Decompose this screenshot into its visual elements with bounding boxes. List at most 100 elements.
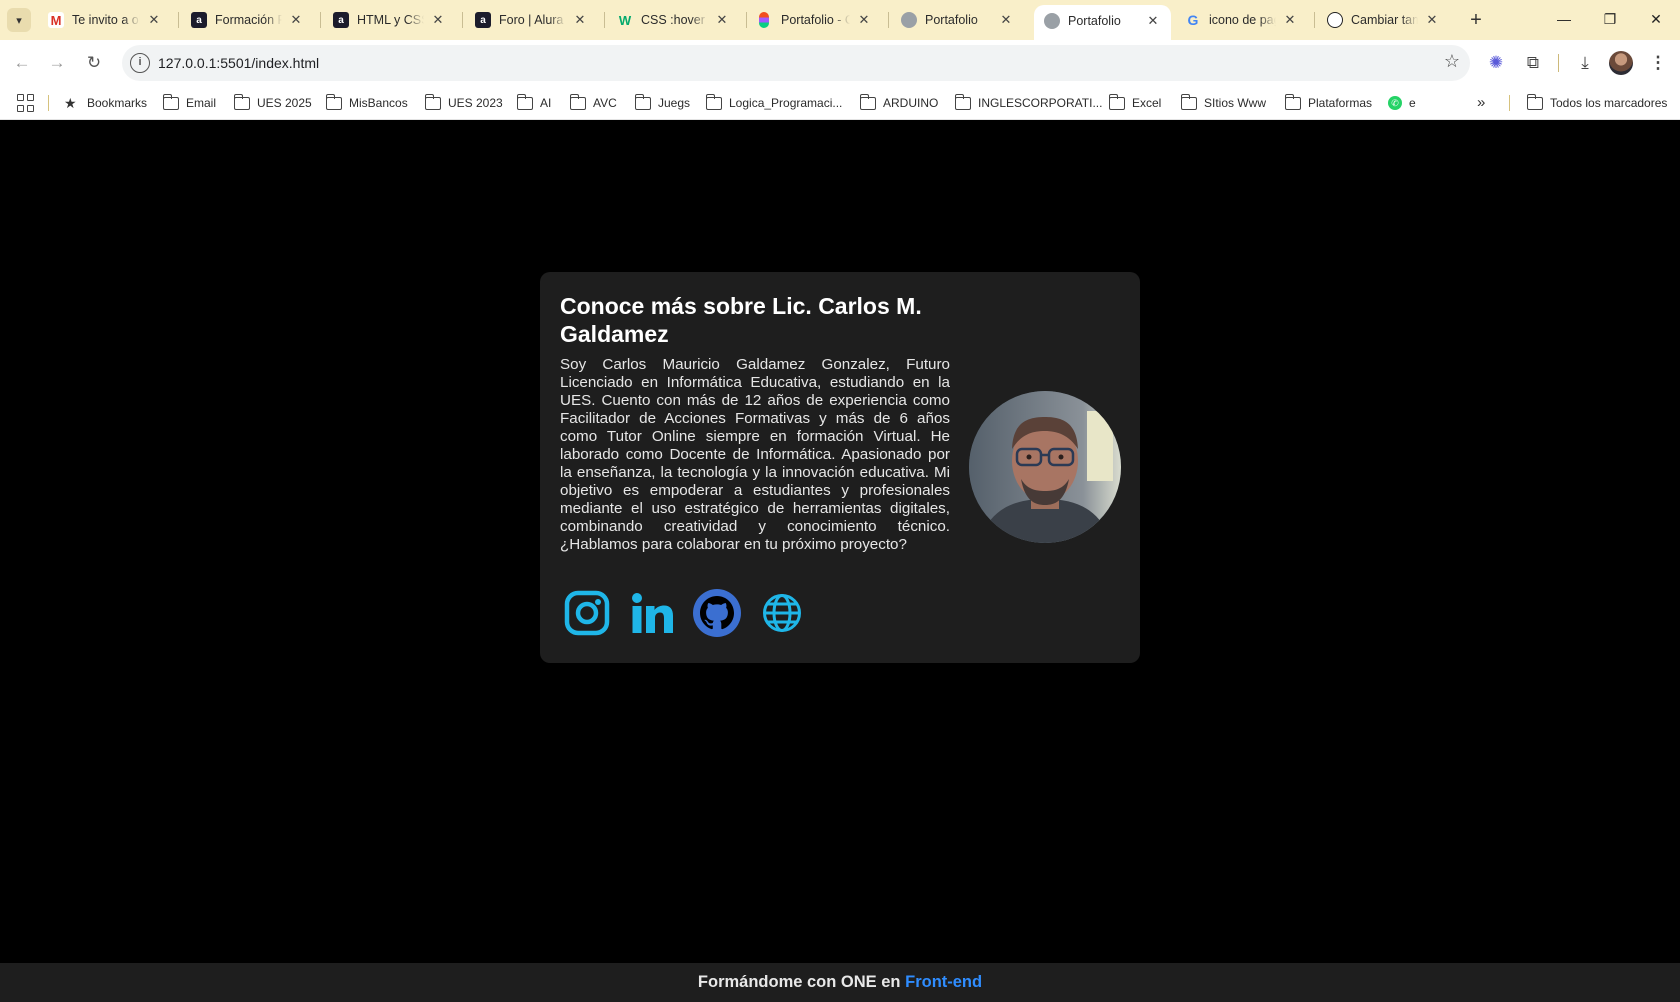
github-icon[interactable] xyxy=(692,588,742,638)
bookmark-folder[interactable]: Excel xyxy=(1108,86,1161,120)
browser-toolbar: ← → ↻ i 127.0.0.1:5501/index.html ☆ ✺ ⧉ … xyxy=(0,40,1680,86)
profile-avatar[interactable] xyxy=(1609,51,1633,75)
extension-gear-icon[interactable]: ✺ xyxy=(1483,50,1509,76)
globe-icon xyxy=(901,12,917,28)
bookmark-folder[interactable]: Plataformas xyxy=(1284,86,1372,120)
restore-button[interactable]: ❐ xyxy=(1587,0,1633,38)
figma-icon xyxy=(759,12,769,28)
tab-active[interactable]: Portafolio ✕ xyxy=(1034,5,1171,40)
bookmark-folder[interactable]: AVC xyxy=(569,86,617,120)
menu-kebab-icon[interactable]: ⋮ xyxy=(1645,50,1671,76)
globe-icon[interactable] xyxy=(757,588,807,638)
forward-button[interactable]: → xyxy=(43,49,71,77)
folder-icon xyxy=(325,93,342,110)
close-icon[interactable]: ✕ xyxy=(856,12,872,28)
tab[interactable]: a HTML y CSS: ✕ xyxy=(323,6,456,34)
close-icon[interactable]: ✕ xyxy=(1145,13,1161,29)
bookmark-folder[interactable]: Juegs xyxy=(634,86,690,120)
folder-icon xyxy=(954,93,971,110)
bookmark-folder[interactable]: ARDUINO xyxy=(859,86,938,120)
site-info-icon[interactable]: i xyxy=(130,53,150,73)
close-window-button[interactable]: ✕ xyxy=(1633,0,1679,38)
tab[interactable]: Cambiar tam ✕ xyxy=(1317,6,1450,34)
folder-icon xyxy=(162,93,179,110)
about-title: Conoce más sobre Lic. Carlos M. Galdamez xyxy=(560,293,922,347)
gmail-icon: M xyxy=(48,12,64,28)
tab[interactable]: Portafolio - C ✕ xyxy=(749,6,882,34)
page-footer: Formándome con ONE en Front-end xyxy=(0,963,1680,1002)
whatsapp-icon: ✆ xyxy=(1388,96,1402,110)
globe-icon xyxy=(1044,12,1060,29)
instagram-icon[interactable] xyxy=(562,588,612,638)
alura-icon: a xyxy=(191,12,207,28)
tab-title: CSS :hover Ps xyxy=(641,13,708,27)
bookmark-item[interactable]: ★ Bookmarks xyxy=(64,86,147,120)
reload-button[interactable]: ↻ xyxy=(80,49,108,77)
close-icon[interactable]: ✕ xyxy=(1424,12,1440,28)
tab-title: Formación Pr xyxy=(215,13,282,27)
all-bookmarks-folder[interactable]: Todos los marcadores xyxy=(1526,86,1667,120)
tab[interactable]: G icono de pag ✕ xyxy=(1175,6,1308,34)
tab[interactable]: a Foro | Alura L ✕ xyxy=(465,6,598,34)
extensions-puzzle-icon[interactable]: ⧉ xyxy=(1520,50,1546,76)
address-bar[interactable]: i 127.0.0.1:5501/index.html ☆ xyxy=(122,45,1470,81)
tab[interactable]: a Formación Pr ✕ xyxy=(181,6,314,34)
folder-icon xyxy=(233,93,250,110)
tab-title: Portafolio xyxy=(925,13,978,27)
footer-accent-link[interactable]: Front-end xyxy=(905,973,982,991)
tab[interactable]: W CSS :hover Ps ✕ xyxy=(607,6,740,34)
tab-strip: ▾ M Te invito a ob ✕ a Formación Pr ✕ a … xyxy=(0,0,1680,40)
minimize-button[interactable]: — xyxy=(1541,0,1587,38)
bookmark-folder[interactable]: Logica_Programaci... xyxy=(705,86,842,120)
folder-icon xyxy=(1284,93,1301,110)
alura-icon: a xyxy=(475,12,491,28)
close-icon[interactable]: ✕ xyxy=(998,12,1014,28)
bookmark-folder[interactable]: UES 2023 xyxy=(424,86,503,120)
close-icon[interactable]: ✕ xyxy=(288,12,304,28)
back-button[interactable]: ← xyxy=(8,49,36,77)
tab-search-button[interactable]: ▾ xyxy=(7,8,31,32)
folder-icon xyxy=(634,93,651,110)
address-url[interactable]: 127.0.0.1:5501/index.html xyxy=(158,55,319,71)
close-icon[interactable]: ✕ xyxy=(714,12,730,28)
google-icon: G xyxy=(1187,12,1199,28)
about-bio: Soy Carlos Mauricio Galdamez Gonzalez, F… xyxy=(560,356,950,553)
profile-photo xyxy=(969,391,1121,543)
linkedin-icon[interactable] xyxy=(627,588,677,638)
page-viewport: Conoce más sobre Lic. Carlos M. Galdamez… xyxy=(0,121,1680,963)
folder-icon xyxy=(1526,93,1543,110)
close-icon[interactable]: ✕ xyxy=(146,12,162,28)
close-icon[interactable]: ✕ xyxy=(572,12,588,28)
bookmark-folder[interactable]: SItios Www xyxy=(1180,86,1266,120)
about-card: Conoce más sobre Lic. Carlos M. Galdamez… xyxy=(540,272,1140,663)
bookmark-folder[interactable]: AI xyxy=(516,86,551,120)
tab-title: HTML y CSS: xyxy=(357,13,424,27)
bookmarks-overflow-chevron-icon[interactable]: » xyxy=(1477,86,1485,120)
tab-title: Foro | Alura L xyxy=(499,13,566,27)
bookmark-folder[interactable]: MisBancos xyxy=(325,86,408,120)
tab[interactable]: M Te invito a ob ✕ xyxy=(38,6,172,34)
folder-icon xyxy=(859,93,876,110)
social-links xyxy=(562,588,807,638)
bookmark-folder[interactable]: INGLESCORPORATI... xyxy=(954,86,1102,120)
folder-icon xyxy=(1180,93,1197,110)
apps-grid-icon[interactable] xyxy=(17,94,35,112)
folder-icon xyxy=(705,93,722,110)
close-icon[interactable]: ✕ xyxy=(1282,12,1298,28)
tab[interactable]: Portafolio ✕ xyxy=(891,6,1024,34)
bookmark-folder[interactable]: Email xyxy=(162,86,216,120)
bookmark-folder[interactable]: UES 2025 xyxy=(233,86,312,120)
tab-title: Cambiar tam xyxy=(1351,13,1418,27)
folder-icon xyxy=(424,93,441,110)
alura-icon: a xyxy=(333,12,349,28)
close-icon[interactable]: ✕ xyxy=(430,12,446,28)
star-icon: ★ xyxy=(64,94,77,111)
footer-text: Formándome con ONE en xyxy=(697,973,906,991)
download-icon[interactable]: ⤓ xyxy=(1572,50,1598,76)
tab-title: icono de pag xyxy=(1209,13,1276,27)
bookmark-item[interactable]: ✆ e xyxy=(1388,86,1416,120)
bookmark-star-icon[interactable]: ☆ xyxy=(1444,51,1460,72)
folder-icon xyxy=(1108,93,1125,110)
new-tab-button[interactable]: + xyxy=(1464,8,1488,32)
tab-title: Portafolio xyxy=(1068,13,1121,28)
